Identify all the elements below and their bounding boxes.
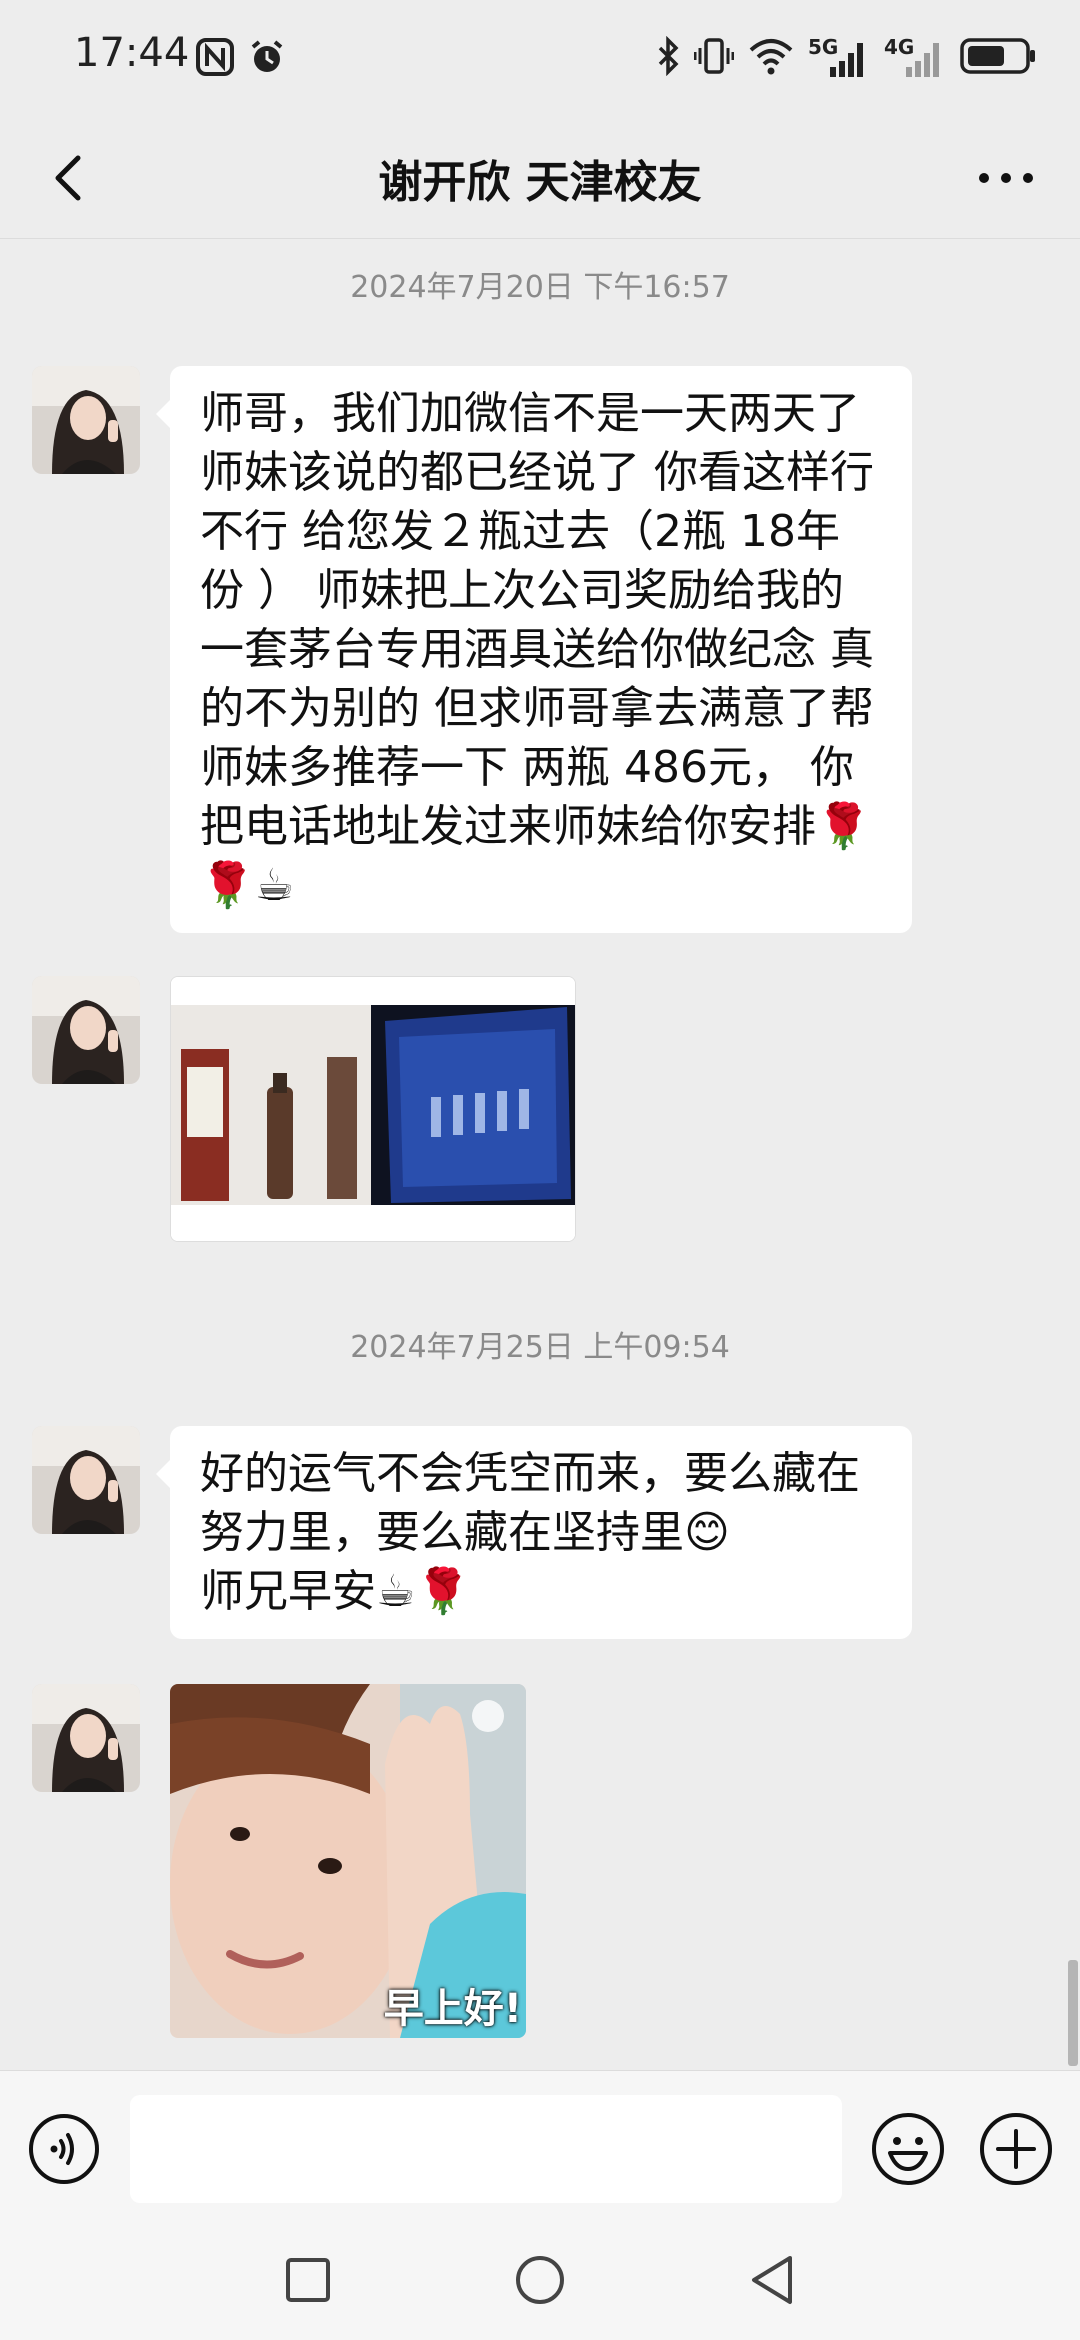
battery-icon <box>960 37 1036 79</box>
circle-home-icon <box>516 2256 564 2304</box>
status-right-icons: 5G 4G <box>656 35 1036 80</box>
back-nav-button[interactable] <box>742 2250 802 2310</box>
avatar[interactable] <box>32 976 140 1084</box>
more-dots-icon <box>979 173 1033 183</box>
message-bubble[interactable]: 师哥，我们加微信不是一天两天了 师妹该说的都已经说了 你看这样行不行 给您发２瓶… <box>156 366 912 933</box>
signal-5g-icon: 5G <box>808 35 870 79</box>
status-left-icons <box>196 38 286 80</box>
sticker-message[interactable]: 早上好! <box>170 1684 526 2038</box>
avatar[interactable] <box>32 1684 140 1792</box>
voice-button[interactable] <box>28 2113 100 2185</box>
plus-button[interactable] <box>978 2111 1054 2187</box>
timestamp: 2024年7月20日 下午16:57 <box>350 270 730 305</box>
message-text: 师哥，我们加微信不是一天两天了 师妹该说的都已经说了 你看这样行不行 给您发２瓶… <box>200 388 874 911</box>
emoji-button[interactable] <box>870 2111 946 2187</box>
scrollbar-thumb[interactable] <box>1068 1960 1078 2066</box>
avatar[interactable] <box>32 1426 140 1534</box>
home-button[interactable] <box>510 2250 570 2310</box>
vibrate-icon <box>693 36 735 80</box>
liquor-gift-image <box>171 977 575 1241</box>
timestamp: 2024年7月25日 上午09:54 <box>350 1330 730 1365</box>
chat-title: 谢开欣 天津校友 <box>378 157 702 208</box>
more-button[interactable] <box>970 146 1042 210</box>
plus-icon <box>980 2113 1052 2185</box>
triangle-back-icon <box>752 2256 792 2304</box>
alarm-icon <box>248 38 286 80</box>
status-time: 17:44 <box>74 30 190 76</box>
chat-header: 谢开欣 天津校友 <box>0 120 1080 239</box>
message-input[interactable] <box>130 2095 842 2203</box>
nfc-icon <box>196 38 234 80</box>
sticker-caption: 早上好! <box>383 1986 522 2032</box>
system-nav-bar <box>0 2220 1080 2340</box>
recent-apps-button[interactable] <box>278 2250 338 2310</box>
message-bubble[interactable]: 好的运气不会凭空而来，要么藏在努力里，要么藏在坚持里😊 师兄早安☕🌹 <box>156 1426 912 1639</box>
signal-4g-icon: 4G <box>884 35 946 79</box>
status-bar: 17:44 5G 4G <box>0 0 1080 120</box>
emoji-icon <box>872 2113 944 2185</box>
square-nav-icon <box>286 2258 330 2302</box>
input-bar <box>0 2070 1080 2221</box>
image-message[interactable] <box>170 976 576 1242</box>
message-text: 好的运气不会凭空而来，要么藏在努力里，要么藏在坚持里😊 <box>200 1448 860 1558</box>
wifi-icon <box>748 36 794 80</box>
avatar[interactable] <box>32 366 140 474</box>
bluetooth-icon <box>656 35 680 80</box>
voice-icon <box>29 2114 99 2184</box>
message-text: 师兄早安☕🌹 <box>200 1566 471 1617</box>
